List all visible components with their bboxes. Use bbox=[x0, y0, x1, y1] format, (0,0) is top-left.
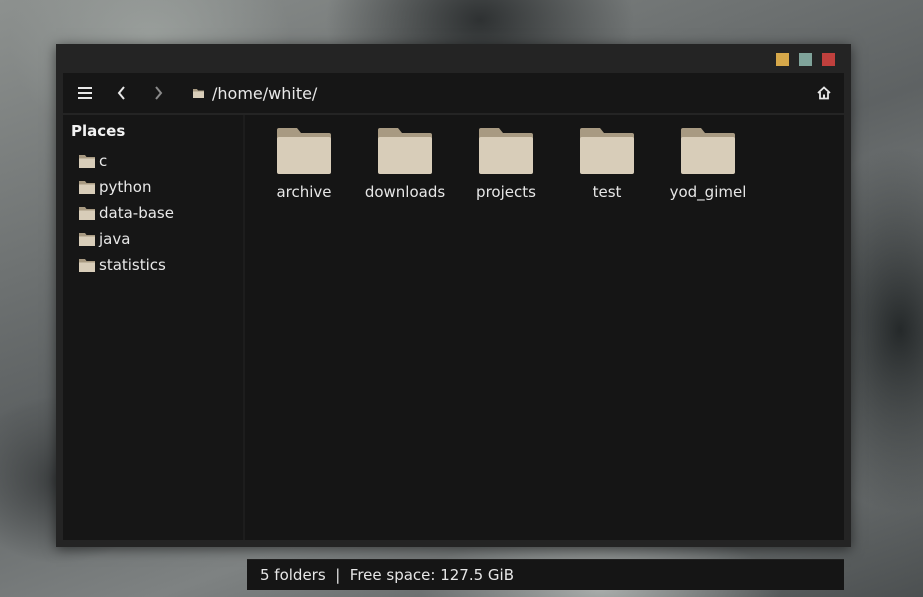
status-bar: 5 folders | Free space: 127.5 GiB bbox=[247, 559, 844, 590]
sidebar-item-java[interactable]: java bbox=[79, 226, 174, 252]
folder-icon bbox=[193, 89, 204, 98]
sidebar-item-label: data-base bbox=[99, 204, 174, 222]
toolbar: /home/white/ bbox=[63, 73, 844, 113]
forward-button[interactable] bbox=[144, 79, 172, 107]
folder-projects[interactable]: projects bbox=[456, 127, 556, 201]
sidebar-item-python[interactable]: python bbox=[79, 174, 174, 200]
folder-label: archive bbox=[276, 183, 332, 201]
chevron-right-icon bbox=[155, 86, 163, 100]
back-button[interactable] bbox=[108, 79, 136, 107]
hamburger-menu-icon bbox=[78, 87, 92, 99]
current-path: /home/white/ bbox=[212, 83, 318, 103]
folder-label: test bbox=[592, 183, 622, 201]
folder-icon bbox=[277, 128, 331, 174]
content-area: Places c python data-base java statistic… bbox=[63, 115, 844, 590]
sidebar-item-statistics[interactable]: statistics bbox=[79, 252, 174, 278]
folder-archive[interactable]: archive bbox=[254, 127, 354, 201]
folder-icon bbox=[681, 128, 735, 174]
folder-yod-gimel[interactable]: yod_gimel bbox=[658, 127, 758, 201]
menu-button[interactable] bbox=[71, 79, 99, 107]
location-bar[interactable]: /home/white/ bbox=[193, 81, 317, 105]
folder-test[interactable]: test bbox=[557, 127, 657, 201]
sidebar-item-label: java bbox=[99, 230, 131, 248]
folder-icon bbox=[580, 128, 634, 174]
folder-icon bbox=[79, 233, 95, 246]
folder-label: projects bbox=[476, 183, 536, 201]
maximize-button[interactable] bbox=[799, 53, 812, 66]
folder-icon bbox=[79, 259, 95, 272]
folder-icon bbox=[479, 128, 533, 174]
sidebar-item-c[interactable]: c bbox=[79, 148, 174, 174]
home-icon bbox=[817, 86, 831, 100]
home-button[interactable] bbox=[810, 79, 838, 107]
places-list: c python data-base java statistics bbox=[79, 148, 174, 278]
sidebar-item-label: c bbox=[99, 152, 108, 170]
chevron-left-icon bbox=[117, 86, 125, 100]
sidebar: Places c python data-base java statistic… bbox=[63, 115, 245, 540]
folder-icon bbox=[79, 207, 95, 220]
window-controls bbox=[776, 53, 835, 66]
minimize-button[interactable] bbox=[776, 53, 789, 66]
folder-label: downloads bbox=[364, 183, 446, 201]
file-manager-window: /home/white/ Places c python data-base j… bbox=[56, 44, 851, 590]
status-text: 5 folders | Free space: 127.5 GiB bbox=[260, 566, 515, 584]
sidebar-item-label: python bbox=[99, 178, 152, 196]
places-heading: Places bbox=[71, 122, 126, 140]
folder-icon bbox=[79, 155, 95, 168]
sidebar-item-data-base[interactable]: data-base bbox=[79, 200, 174, 226]
folder-icon bbox=[378, 128, 432, 174]
folder-label: yod_gimel bbox=[669, 183, 747, 201]
sidebar-item-label: statistics bbox=[99, 256, 166, 274]
folder-downloads[interactable]: downloads bbox=[355, 127, 455, 201]
close-button[interactable] bbox=[822, 53, 835, 66]
folder-icon bbox=[79, 181, 95, 194]
